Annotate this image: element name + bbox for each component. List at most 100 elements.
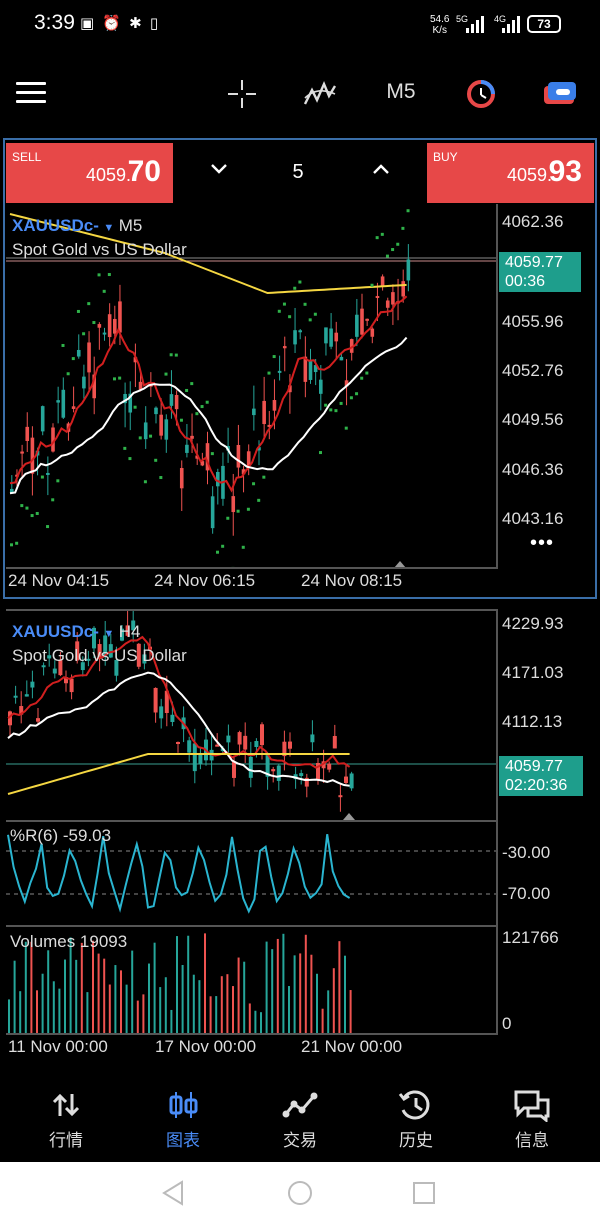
objects-icon[interactable]: [464, 79, 498, 109]
main-symbol[interactable]: XAUUSDc-: [12, 216, 99, 235]
h4-candle-body: [237, 732, 242, 745]
h4-candle-body: [332, 735, 337, 749]
candle-body: [46, 472, 50, 475]
chevron-up-icon[interactable]: [371, 157, 391, 181]
sar-dot: [241, 545, 245, 549]
volume-bar: [13, 960, 16, 1033]
main-price-label: 4052.76: [502, 361, 564, 380]
nav-chart-label[interactable]: 图表: [143, 1126, 223, 1151]
nav-trade[interactable]: [260, 1088, 340, 1127]
sar-dot: [169, 353, 173, 357]
h4-candle-body: [226, 735, 231, 743]
symbol-dropdown-icon[interactable]: ▼: [103, 628, 114, 640]
main-current-price-tag: 4059.77 00:36: [499, 252, 581, 292]
net-speed-value: 54.6: [430, 14, 450, 25]
wpr-divider: [6, 820, 498, 822]
net-speed: 54.6 K/s: [430, 14, 449, 36]
sar-dot: [113, 377, 116, 381]
h4-candle-body: [344, 776, 348, 784]
sar-dot: [10, 543, 13, 547]
volume-bar: [136, 1000, 139, 1033]
main-price-axis-line: [496, 204, 498, 568]
home-icon[interactable]: [285, 1179, 315, 1207]
recents-icon[interactable]: [410, 1180, 438, 1206]
volume-bar: [316, 973, 318, 1033]
sar-dot: [102, 289, 106, 293]
nav-chart[interactable]: [143, 1088, 223, 1127]
sar-dot: [51, 498, 55, 502]
buy-button[interactable]: BUY 4059. 93: [427, 143, 594, 203]
one-click-trading-icon[interactable]: [542, 80, 578, 108]
crosshair-icon[interactable]: [226, 78, 258, 110]
sell-price-small: 4059.: [85, 165, 131, 185]
candle-body: [61, 389, 66, 418]
sell-button[interactable]: SELL 4059. 70: [6, 143, 173, 203]
nav-messages[interactable]: [492, 1088, 572, 1127]
nav-quotes-label[interactable]: 行情: [26, 1126, 106, 1151]
volume-bar: [187, 935, 190, 1033]
lower-time-label: 17 Nov 00:00: [155, 1037, 257, 1056]
main-timeframe: M5: [118, 216, 143, 235]
h4-candle-body: [215, 744, 220, 747]
signal-icon: [466, 16, 484, 33]
main-price-label: 4055.96: [502, 312, 564, 331]
volume-bar: [86, 992, 89, 1033]
sar-dot: [87, 302, 91, 306]
lower-top-border: [6, 609, 498, 611]
h4-candle-body: [288, 741, 292, 749]
volume-bar: [24, 941, 27, 1033]
sar-dot: [391, 248, 395, 252]
sar-dot: [236, 509, 240, 513]
nav-quotes[interactable]: [26, 1088, 106, 1127]
main-countdown: 00:36: [505, 273, 546, 290]
sar-dot: [200, 405, 204, 409]
chart-icon: [169, 1092, 198, 1118]
sar-dot: [303, 302, 307, 306]
candle-body: [277, 370, 282, 373]
lower-description: Spot Gold vs US Dollar: [12, 646, 187, 665]
sar-dot: [385, 254, 389, 258]
lower-chart-plot[interactable]: [6, 609, 496, 1035]
symbol-dropdown-icon[interactable]: ▼: [103, 222, 114, 234]
candle-body: [298, 330, 302, 333]
candle-body: [30, 437, 35, 474]
main-time-label: 24 Nov 08:15: [301, 571, 403, 590]
candle-body: [102, 332, 107, 335]
indicators-icon[interactable]: [302, 78, 338, 110]
chevron-down-icon[interactable]: [209, 157, 229, 181]
sell-price-big: 70: [127, 155, 161, 188]
candle-body: [365, 318, 369, 321]
net-speed-unit: K/s: [432, 25, 447, 36]
sar-dot: [277, 309, 281, 313]
volume-bar: [103, 958, 106, 1033]
volume-bar: [288, 986, 290, 1033]
sar-dot: [319, 451, 322, 455]
sar-dot: [298, 280, 302, 284]
timeframe-button[interactable]: M5: [378, 80, 424, 108]
nav-trade-label[interactable]: 交易: [260, 1126, 340, 1151]
sar-dot: [138, 436, 142, 440]
back-icon[interactable]: [160, 1180, 190, 1206]
h4-ma-white-line: [7, 671, 350, 787]
sar-dot: [25, 506, 29, 510]
sar-dot: [355, 392, 359, 396]
nav-history-label[interactable]: 历史: [376, 1126, 456, 1151]
candle-body: [375, 296, 380, 299]
nav-messages-label[interactable]: 信息: [492, 1126, 572, 1151]
volume-bar: [243, 961, 246, 1033]
sar-dot: [185, 388, 189, 392]
lower-symbol[interactable]: XAUUSDc-: [12, 622, 99, 641]
more-icon[interactable]: •••: [530, 532, 554, 555]
sar-dot: [61, 343, 65, 347]
volume-bar: [80, 942, 83, 1033]
menu-icon[interactable]: [16, 82, 46, 104]
sar-dot: [365, 371, 369, 375]
candle-body: [236, 444, 241, 468]
candle-body: [355, 314, 359, 337]
candle-body: [231, 496, 236, 513]
trade-icon: [282, 1092, 318, 1118]
nav-history[interactable]: [376, 1088, 456, 1127]
lot-value[interactable]: 5: [283, 161, 313, 184]
sar-dot: [205, 400, 209, 404]
volume-bar: [170, 1009, 173, 1033]
